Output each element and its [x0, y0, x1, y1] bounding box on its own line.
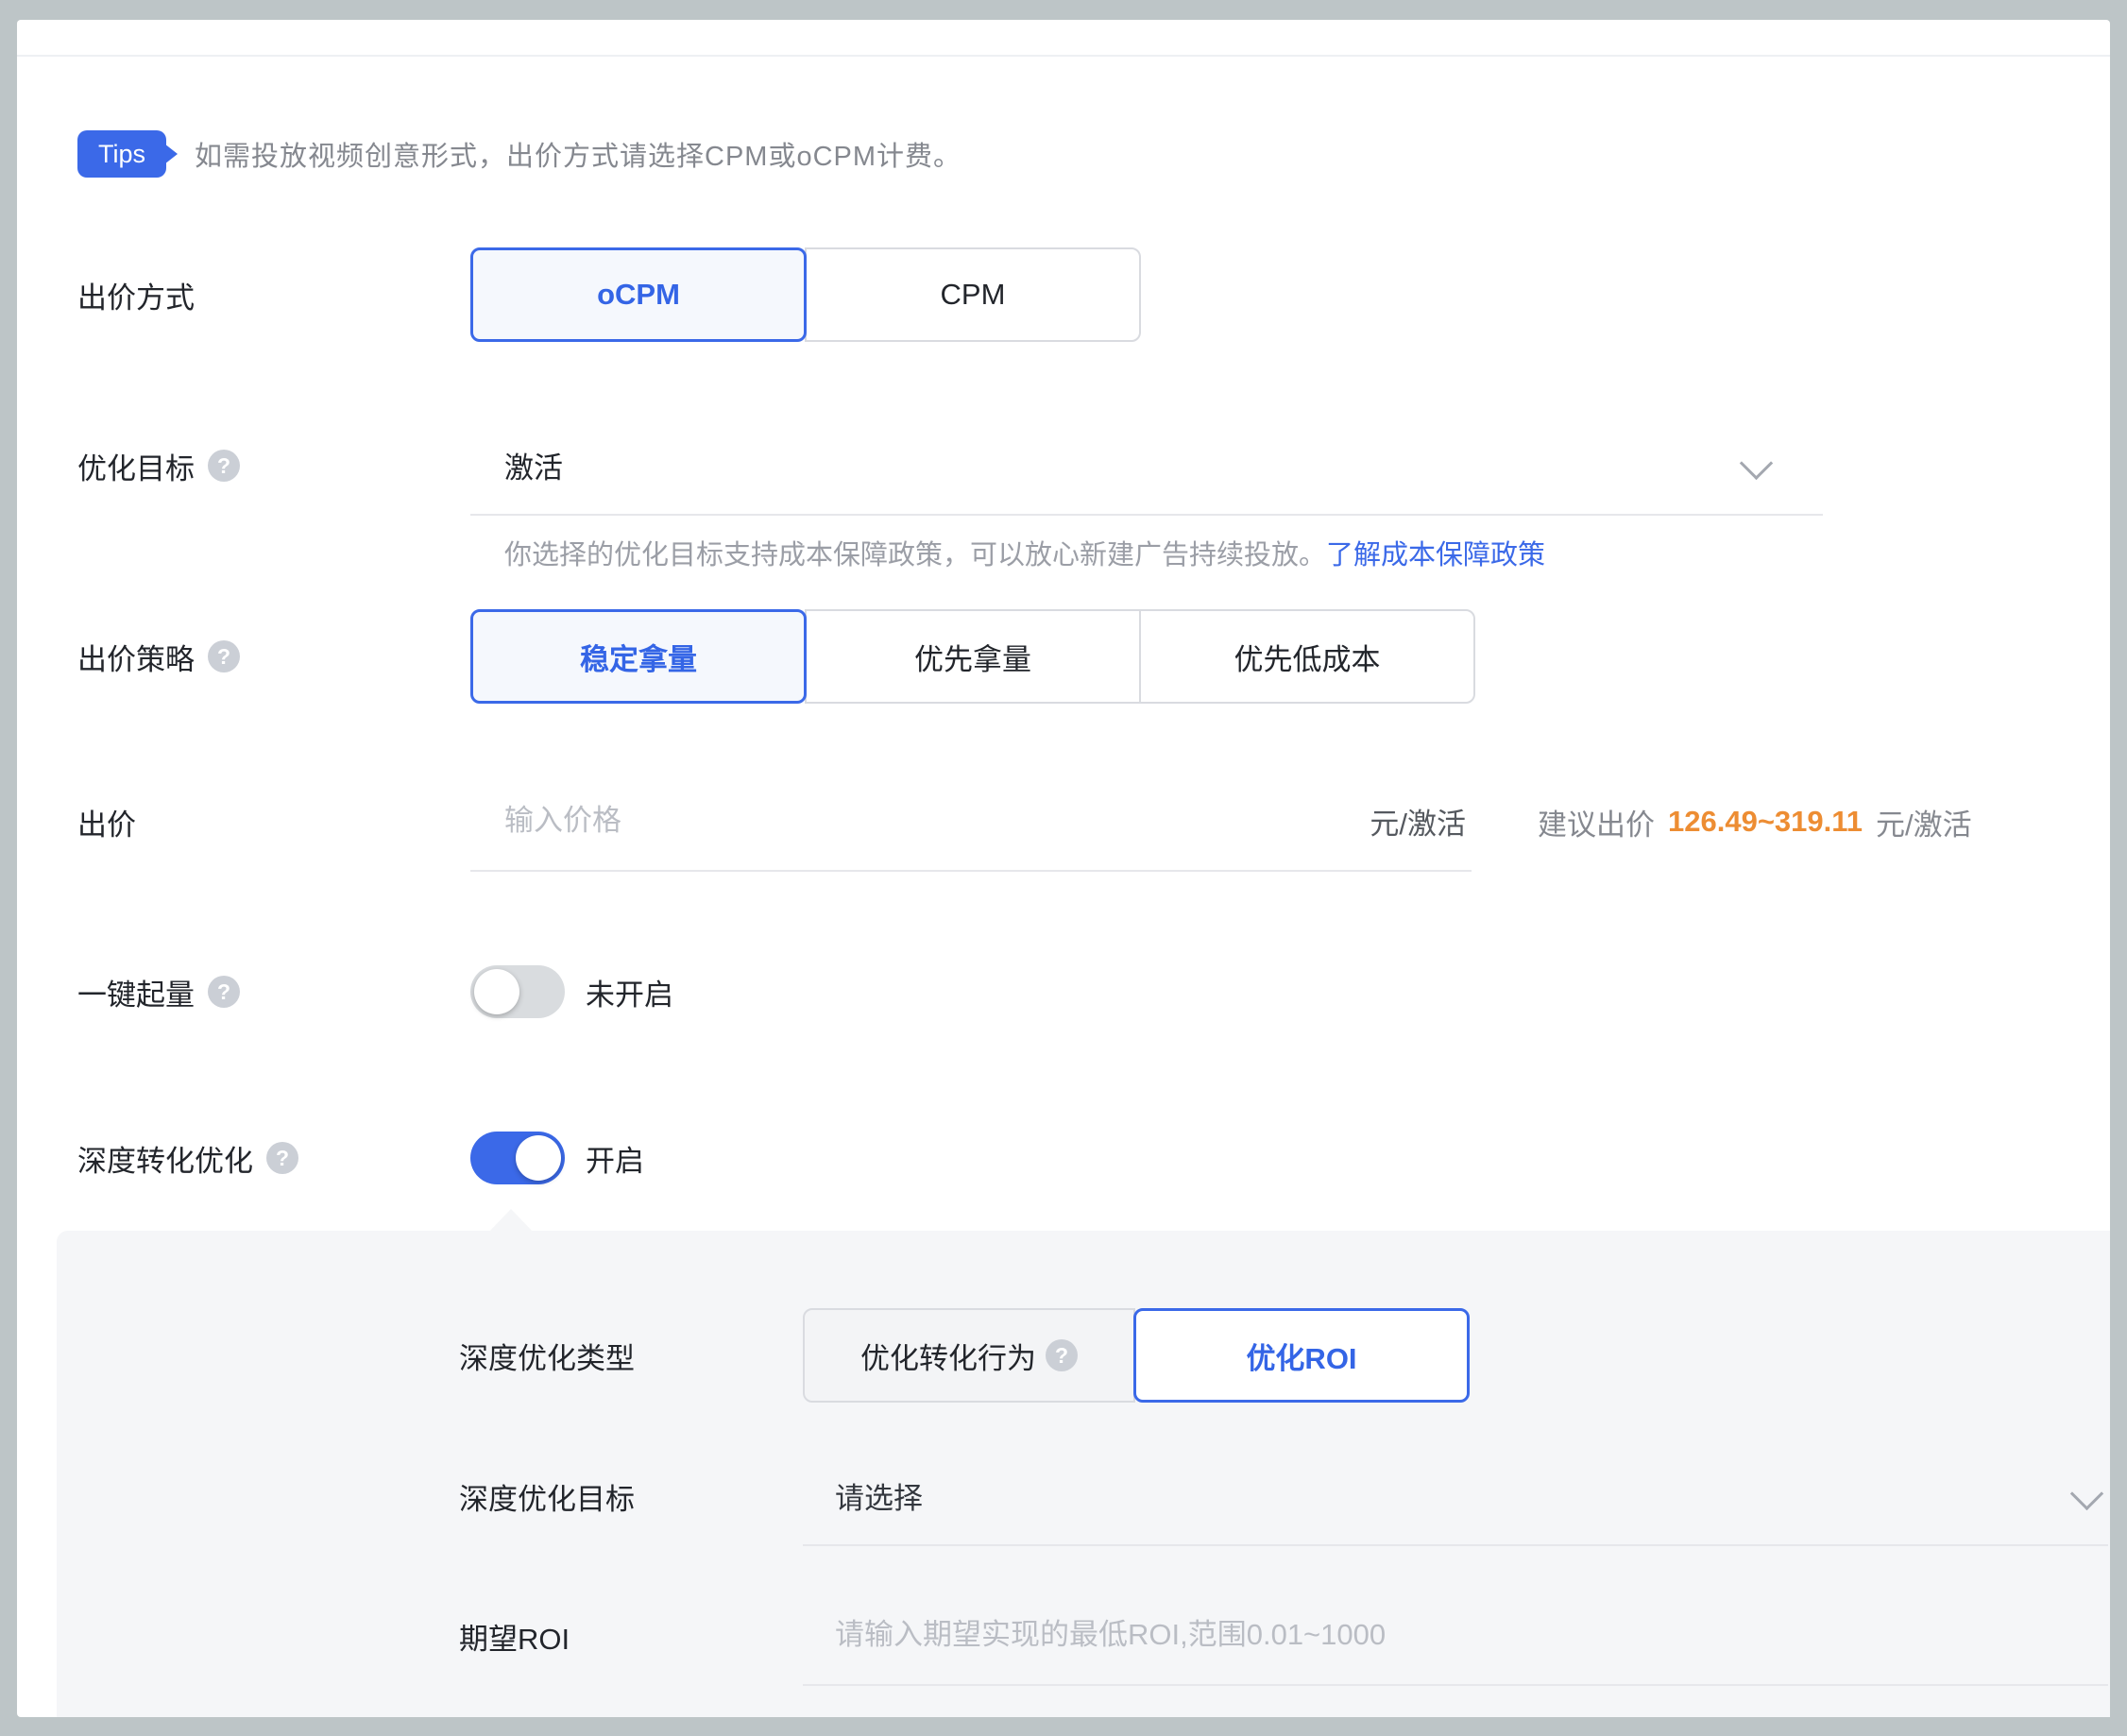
bid-strategy-segment: 稳定拿量 优先拿量 优先低成本 [470, 609, 1475, 704]
bid-price-input[interactable] [470, 804, 1370, 838]
toggle-knob [516, 1135, 561, 1181]
optimization-goal-row: 优化目标 ? 激活 [17, 416, 2110, 516]
one-click-boost-label: 一键起量 ? [77, 965, 240, 1018]
deep-optimization-panel: 深度优化类型 优化转化行为 ? 优化ROI 深度优化目标 请选 [57, 1231, 2110, 1717]
deep-opt-goal-value: 请选择 [803, 1474, 923, 1517]
bid-price-row: 出价 元/激活 建议出价 126.49~319.11 元/激活 [17, 772, 2110, 872]
bid-price-field: 元/激活 [470, 772, 1472, 872]
deep-opt-goal-row: 深度优化目标 请选择 [57, 1446, 2110, 1546]
bid-price-unit: 元/激活 [1370, 800, 1472, 842]
bid-strategy-label: 出价策略 ? [77, 609, 240, 704]
deep-conversion-state: 开启 [586, 1132, 644, 1184]
bid-settings-card: Tips 如需投放视频创意形式，出价方式请选择CPM或oCPM计费。 出价方式 … [17, 20, 2110, 1717]
bid-method-row: 出价方式 oCPM CPM [17, 247, 2110, 342]
top-divider [17, 55, 2110, 57]
cost-guarantee-helper: 你选择的优化目标支持成本保障政策，可以放心新建广告持续投放。 了解成本保障政策 [504, 532, 1545, 573]
tips-row: Tips 如需投放视频创意形式，出价方式请选择CPM或oCPM计费。 [77, 130, 961, 178]
tips-text: 如需投放视频创意形式，出价方式请选择CPM或oCPM计费。 [195, 134, 961, 174]
chevron-down-icon [1742, 451, 1770, 479]
deep-conversion-row: 深度转化优化 ? 开启 [17, 1132, 2110, 1184]
cost-guarantee-link[interactable]: 了解成本保障政策 [1326, 533, 1545, 572]
suggested-bid-range: 126.49~319.11 [1668, 805, 1863, 839]
bid-strategy-row: 出价策略 ? 稳定拿量 优先拿量 优先低成本 [17, 609, 2110, 704]
strategy-option-low-cost-first[interactable]: 优先低成本 [1139, 609, 1475, 704]
chevron-down-icon [2072, 1481, 2101, 1509]
help-icon[interactable]: ? [208, 450, 240, 482]
optimization-goal-label: 优化目标 ? [77, 416, 240, 516]
deep-opt-goal-select[interactable]: 请选择 [803, 1446, 2108, 1546]
deep-opt-type-row: 深度优化类型 优化转化行为 ? 优化ROI [57, 1308, 2110, 1403]
expected-roi-row: 期望ROI [57, 1586, 2110, 1686]
bid-method-option-ocpm[interactable]: oCPM [470, 247, 807, 342]
bid-method-option-cpm[interactable]: CPM [805, 247, 1141, 342]
suggested-bid-prefix: 建议出价 [1538, 801, 1655, 843]
bid-method-label: 出价方式 [77, 247, 195, 342]
toggle-knob [474, 969, 519, 1014]
optimization-goal-value: 激活 [470, 444, 563, 486]
bid-method-segment: oCPM CPM [470, 247, 1141, 342]
strategy-option-stable[interactable]: 稳定拿量 [470, 609, 807, 704]
deep-opt-type-label: 深度优化类型 [459, 1308, 635, 1403]
expected-roi-input[interactable] [803, 1618, 2108, 1652]
expected-roi-label: 期望ROI [459, 1586, 570, 1686]
bid-price-label: 出价 [77, 772, 136, 872]
one-click-boost-row: 一键起量 ? 未开启 [17, 965, 2110, 1018]
tips-badge: Tips [77, 130, 166, 178]
screenshot-frame: Tips 如需投放视频创意形式，出价方式请选择CPM或oCPM计费。 出价方式 … [0, 0, 2127, 1736]
help-icon[interactable]: ? [208, 976, 240, 1008]
strategy-option-volume-first[interactable]: 优先拿量 [805, 609, 1141, 704]
tips-badge-label: Tips [98, 140, 145, 169]
deep-opt-goal-label: 深度优化目标 [459, 1446, 635, 1546]
one-click-boost-toggle[interactable] [470, 965, 565, 1018]
deep-opt-option-conversion-behavior[interactable]: 优化转化行为 ? [803, 1308, 1135, 1403]
deep-opt-type-segment: 优化转化行为 ? 优化ROI [803, 1308, 1470, 1403]
deep-conversion-toggle[interactable] [470, 1132, 565, 1184]
expected-roi-field [803, 1586, 2108, 1686]
deep-opt-option-roi[interactable]: 优化ROI [1133, 1308, 1470, 1403]
help-icon[interactable]: ? [208, 640, 240, 672]
suggested-bid-unit: 元/激活 [1876, 801, 1972, 843]
suggested-bid: 建议出价 126.49~319.11 元/激活 [1538, 772, 1972, 872]
help-icon[interactable]: ? [266, 1142, 298, 1174]
optimization-goal-select[interactable]: 激活 [470, 416, 1823, 516]
help-icon[interactable]: ? [1046, 1339, 1078, 1371]
deep-conversion-label: 深度转化优化 ? [77, 1132, 298, 1184]
one-click-boost-state: 未开启 [586, 965, 673, 1018]
